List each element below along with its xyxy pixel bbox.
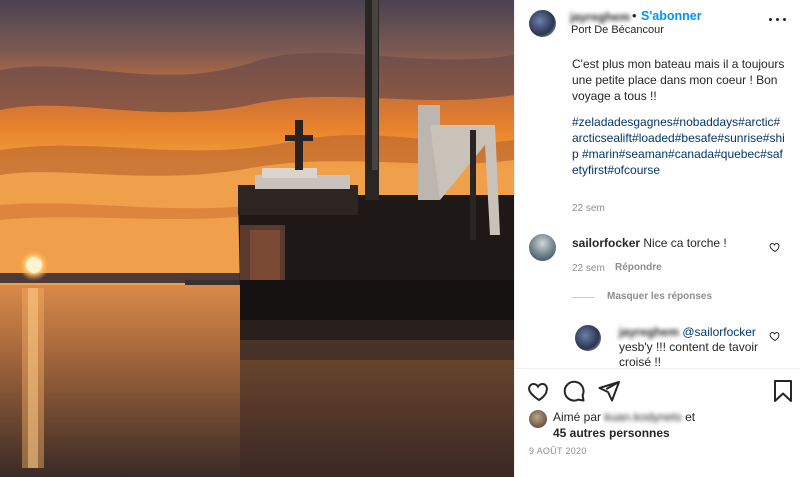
post-header: jayreghem • S'abonner Port De Bécancour [515, 0, 800, 45]
reply-text: yesb'y !!! content de tavoir croisé !! [619, 340, 759, 369]
commenter-avatar[interactable] [529, 234, 556, 261]
post-date[interactable]: 9 AOÛT 2020 [529, 446, 587, 456]
likes-suffix: et [685, 410, 696, 424]
liker-avatar[interactable] [529, 410, 547, 428]
reply-button[interactable]: Répondre [615, 262, 662, 273]
follow-button[interactable]: S'abonner [641, 9, 702, 23]
caption-timestamp[interactable]: 22 sem [572, 203, 605, 214]
post-panel: jayreghem • S'abonner Port De Bécancour … [514, 0, 800, 477]
sunset-ship-image [0, 0, 514, 477]
comment-username[interactable]: sailorfocker [572, 236, 640, 250]
post-photo[interactable] [0, 0, 514, 477]
reply-mention[interactable]: @sailorfocker [682, 325, 756, 339]
post-location[interactable]: Port De Bécancour [571, 24, 664, 36]
bookmark-icon[interactable] [771, 379, 795, 403]
author-avatar[interactable] [529, 10, 556, 37]
more-icon[interactable] [767, 13, 789, 27]
post-hashtags[interactable]: #zeladadesgagnes#nobaddays#arctic#arctic… [572, 114, 786, 178]
replies-divider [572, 297, 594, 298]
post-caption: C'est plus mon bateau mais il a toujours… [572, 57, 785, 103]
likes-prefix: Aimé par [553, 410, 602, 424]
separator-dot: • [632, 8, 637, 23]
reply-like-heart-icon[interactable] [769, 330, 781, 342]
comment-row: sailorfocker Nice ca torche ! [572, 236, 727, 250]
share-icon[interactable] [597, 379, 621, 403]
author-username[interactable]: jayreghem [570, 10, 630, 24]
action-bar [515, 368, 800, 414]
liker-username[interactable]: kuan.kodynets [604, 410, 681, 424]
comment-like-heart-icon[interactable] [769, 241, 781, 253]
heart-icon[interactable] [527, 379, 551, 403]
likes-summary: Aimé par kuan.kodynets et 45 autres pers… [553, 409, 695, 441]
reply-username[interactable]: jayreghem [619, 325, 679, 339]
hide-replies-button[interactable]: Masquer les réponses [607, 291, 712, 302]
reply-author-avatar[interactable] [575, 325, 601, 351]
likes-others[interactable]: 45 autres personnes [553, 426, 670, 440]
reply-row: jayreghem @sailorfocker yesb'y !!! conte… [619, 325, 769, 370]
comment-timestamp[interactable]: 22 sem [572, 263, 605, 274]
comment-text: Nice ca torche ! [643, 236, 727, 250]
comment-icon[interactable] [562, 379, 586, 403]
